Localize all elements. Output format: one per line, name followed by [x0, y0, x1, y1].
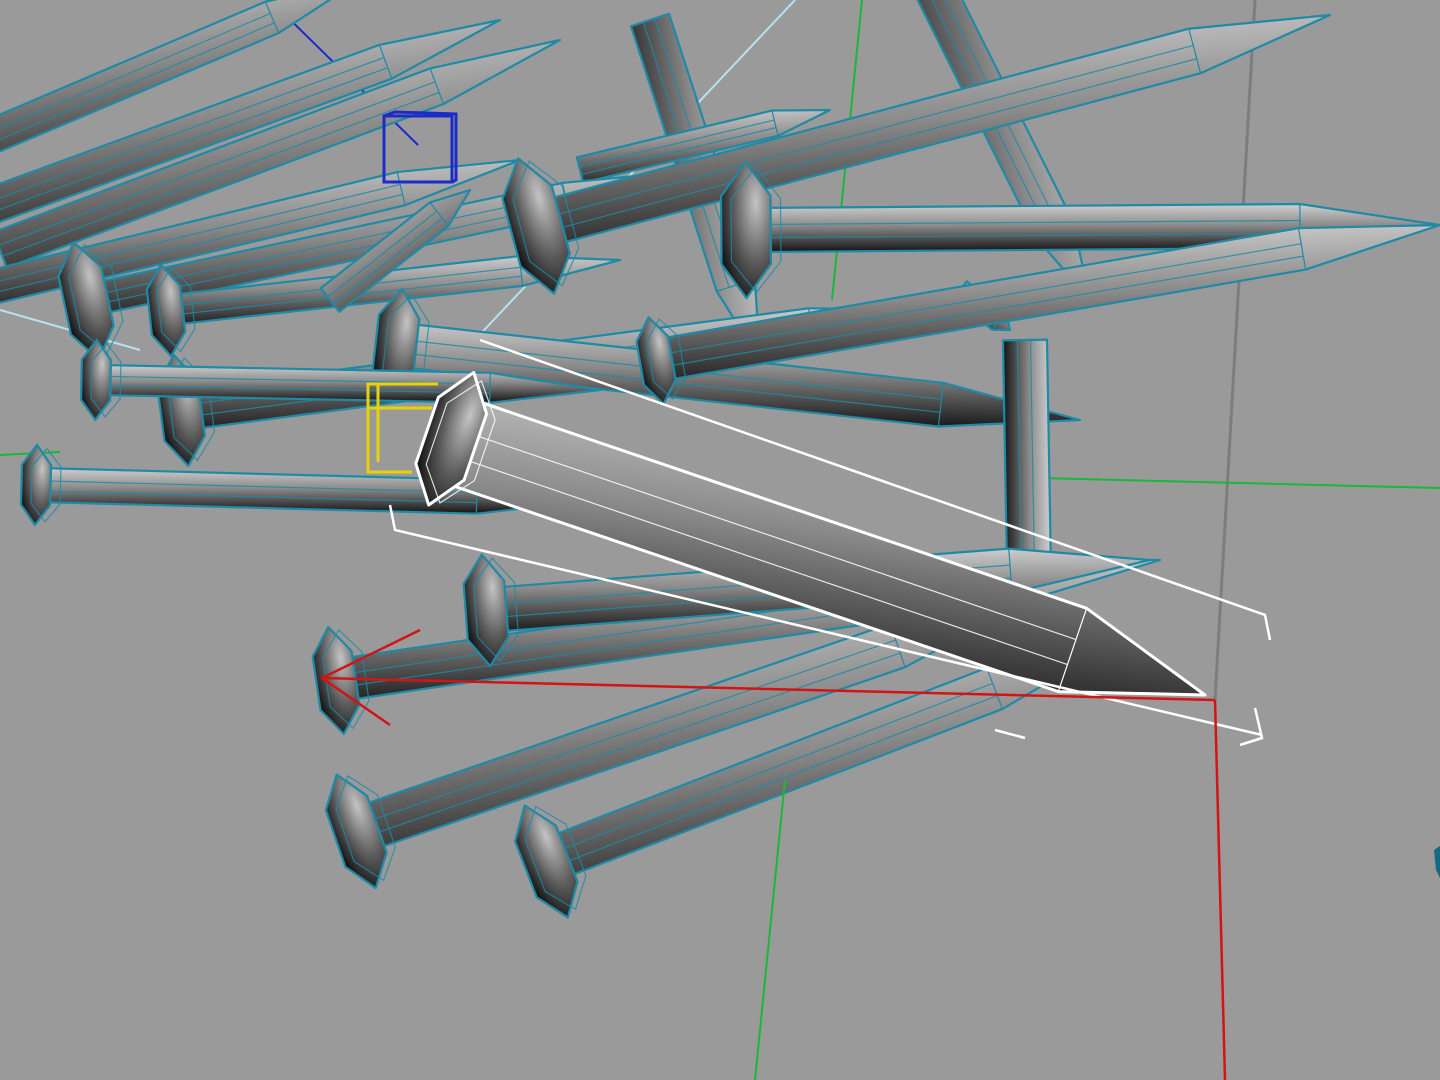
viewport-scene[interactable]	[0, 0, 1440, 1080]
nail-head-face	[311, 626, 361, 736]
offscreen-object-fragment	[1434, 846, 1440, 878]
bbox-corner	[1239, 707, 1264, 747]
nail-shaft	[916, 0, 1092, 302]
manipulator-y-axis-icon[interactable]	[754, 779, 786, 1080]
ground-axis-line	[1039, 477, 1440, 489]
3d-viewport[interactable]: smooth-shade-wireframe-on-shaded	[0, 0, 1440, 1080]
nail-tip-edge	[489, 372, 491, 403]
bbox-corner-mark	[994, 728, 1026, 740]
manipulator-x-axis-vertical[interactable]	[1213, 699, 1227, 1080]
nail-head-face	[19, 443, 53, 526]
nail[interactable]	[912, 0, 1092, 302]
grid-line-vertical	[1213, 0, 1257, 701]
nail-facet-edge	[538, 44, 1194, 221]
